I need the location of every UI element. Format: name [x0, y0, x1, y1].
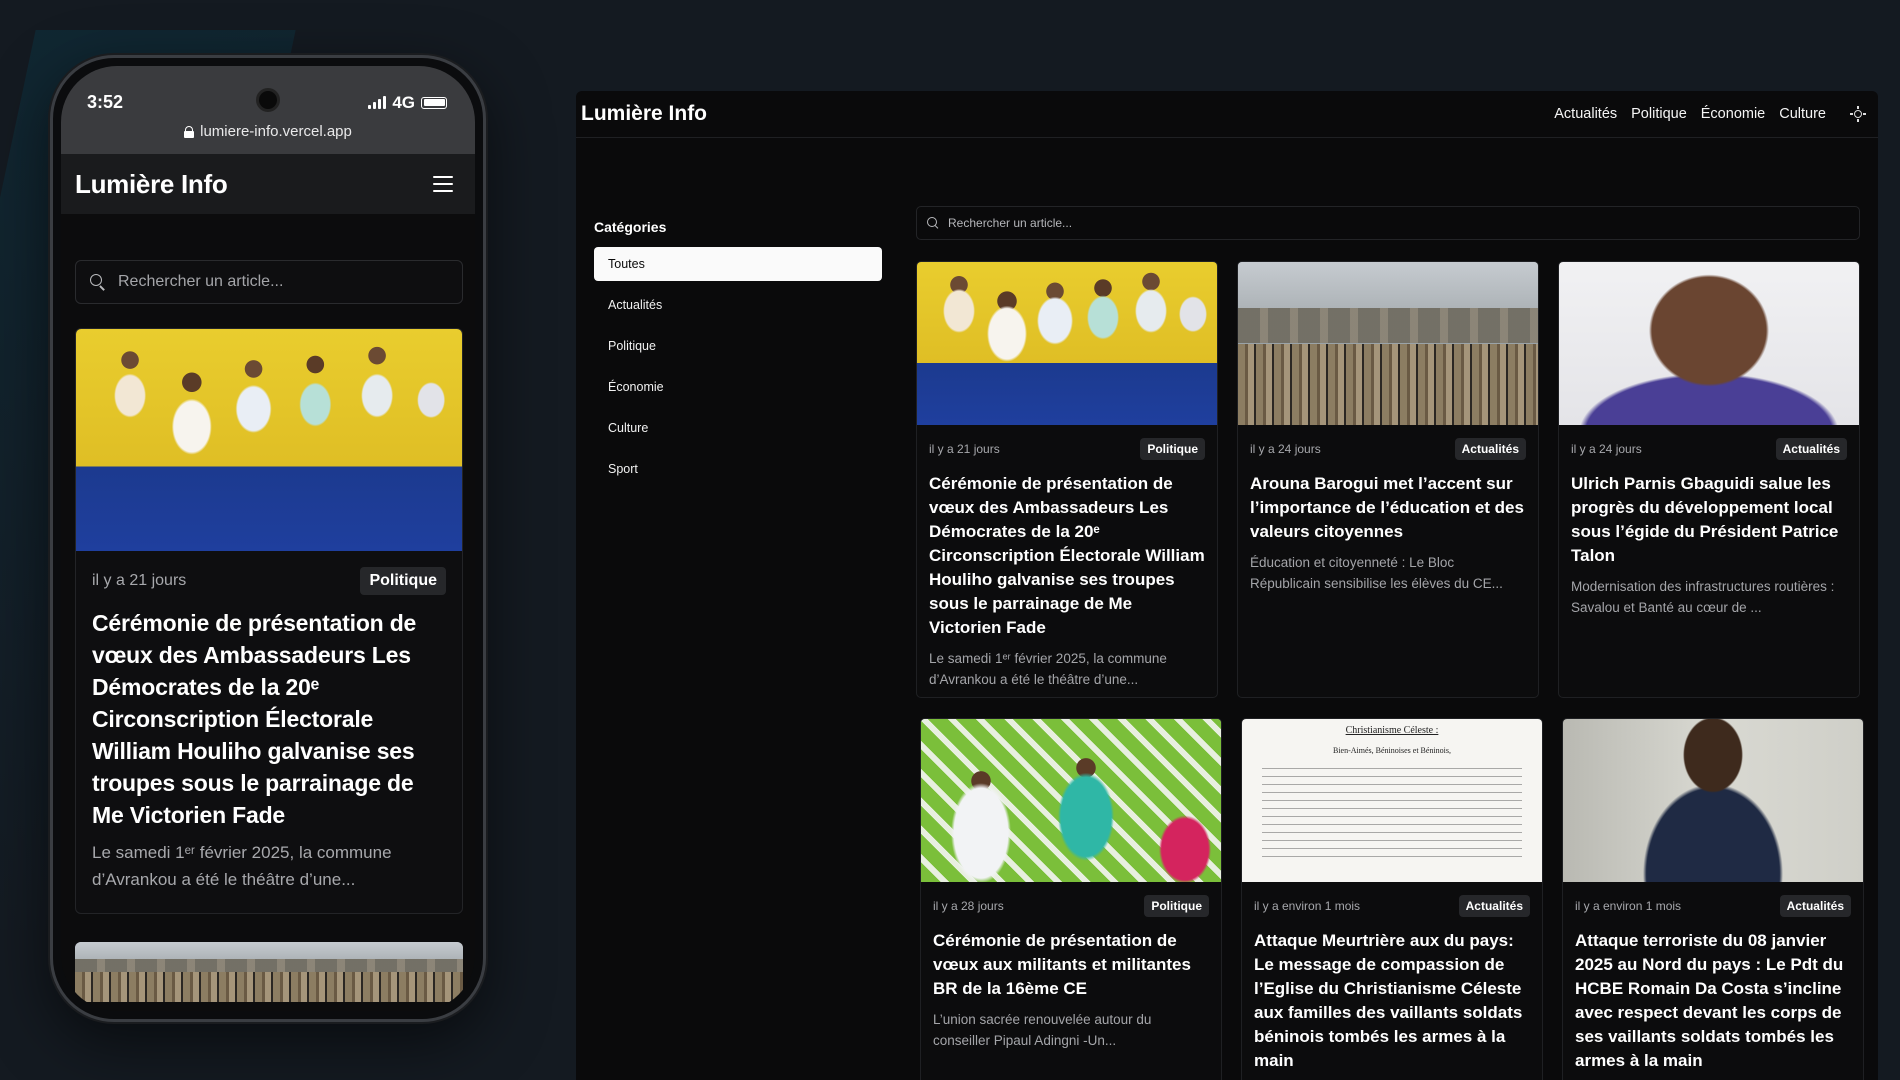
article-meta: il y a 21 jours Politique [76, 551, 462, 595]
status-indicators: 4G [368, 93, 447, 113]
category-badge: Politique [1144, 895, 1209, 917]
article-meta: il y a 28 jours Politique [921, 882, 1221, 917]
category-badge: Actualités [1775, 438, 1847, 460]
article-excerpt: Le samedi 1ᵉʳ février 2025, la commune d… [929, 651, 1167, 687]
article-excerpt: Modernisation des infrastructures routiè… [1571, 579, 1835, 615]
article-title[interactable]: Ulrich Parnis Gbaguidi salue les progrès… [1559, 460, 1859, 568]
article-thumbnail [1559, 262, 1859, 425]
theme-toggle-sun-icon[interactable] [1850, 106, 1866, 122]
article-title[interactable]: Cérémonie de présentation de vœux aux mi… [921, 917, 1221, 1001]
article-thumbnail: Christianisme Céleste : Bien-Aimés, Béni… [1242, 719, 1542, 882]
category-badge: Politique [1140, 438, 1205, 460]
article-thumbnail-next[interactable] [75, 942, 463, 1002]
category-item-economie[interactable]: Économie [594, 370, 882, 404]
document-title: Christianisme Céleste : [1345, 725, 1439, 736]
nav-link-culture[interactable]: Culture [1779, 106, 1826, 122]
article-title[interactable]: Cérémonie de présentation de vœux des Am… [76, 595, 462, 831]
article-thumbnail [1563, 719, 1863, 882]
nav-link-actualites[interactable]: Actualités [1554, 106, 1617, 122]
category-badge: Actualités [1454, 438, 1526, 460]
category-item-actualites[interactable]: Actualités [594, 288, 882, 322]
document-subtitle: Bien-Aimés, Béninoises et Béninois, [1333, 746, 1451, 755]
article-card[interactable]: il y a 21 jours Politique Cérémonie de p… [916, 261, 1218, 698]
article-excerpt: L’union sacrée renouvelée autour du cons… [933, 1012, 1152, 1048]
nav-links: Actualités Politique Économie Culture [1554, 106, 1866, 122]
category-item-sport[interactable]: Sport [594, 452, 882, 486]
article-card[interactable]: Christianisme Céleste : Bien-Aimés, Béni… [1241, 718, 1543, 1080]
article-excerpt: Le samedi 1ᵉʳ février 2025, la commune d… [92, 843, 392, 889]
article-title[interactable]: Arouna Barogui met l’accent sur l’import… [1238, 460, 1538, 544]
article-date: il y a 24 jours [1250, 442, 1321, 456]
article-card[interactable]: il y a 24 jours Actualités Ulrich Parnis… [1558, 261, 1860, 698]
front-camera-icon [256, 88, 280, 112]
search-input[interactable] [948, 216, 1849, 230]
article-title[interactable]: Attaque terroriste du 08 janvier 2025 au… [1563, 917, 1863, 1073]
desktop-browser: Lumière Info Actualités Politique Économ… [576, 91, 1878, 1080]
battery-icon [421, 96, 447, 109]
article-date: il y a environ 1 mois [1575, 899, 1682, 913]
signal-icon [368, 96, 387, 109]
article-thumbnail [76, 329, 462, 551]
article-card[interactable]: il y a environ 1 mois Actualités Attaque… [1562, 718, 1864, 1080]
article-card[interactable]: il y a 28 jours Politique Cérémonie de p… [920, 718, 1222, 1080]
document-text-lines [1262, 763, 1522, 863]
phone-mockup: 3:52 4G lumiere-info.vercel.app Lumière … [50, 55, 486, 1022]
search-input[interactable] [118, 273, 448, 291]
category-sidebar: Catégories Toutes Actualités Politique É… [594, 219, 882, 493]
phone-search-box[interactable] [75, 260, 463, 304]
article-date: il y a 21 jours [929, 442, 1000, 456]
category-badge: Actualités [1458, 895, 1530, 917]
article-thumbnail [1238, 262, 1538, 425]
article-excerpt: Éducation et citoyenneté : Le Bloc Répub… [1250, 555, 1503, 591]
article-meta: il y a 24 jours Actualités [1559, 425, 1859, 460]
site-logo[interactable]: Lumière Info [75, 169, 228, 200]
category-badge: Actualités [1779, 895, 1851, 917]
phone-screen: 3:52 4G lumiere-info.vercel.app Lumière … [61, 66, 475, 1011]
desktop-search-box[interactable] [916, 206, 1860, 240]
nav-link-economie[interactable]: Économie [1701, 106, 1765, 122]
menu-icon[interactable] [433, 176, 453, 192]
category-item-politique[interactable]: Politique [594, 329, 882, 363]
article-thumbnail [917, 262, 1217, 425]
lock-icon [184, 125, 195, 138]
article-card[interactable]: il y a 21 jours Politique Cérémonie de p… [75, 328, 463, 914]
top-navbar: Lumière Info Actualités Politique Économ… [576, 91, 1878, 138]
phone-header: Lumière Info [61, 154, 475, 214]
search-icon [90, 274, 106, 290]
article-date: il y a 24 jours [1571, 442, 1642, 456]
address-url: lumiere-info.vercel.app [200, 123, 352, 140]
article-meta: il y a environ 1 mois Actualités [1563, 882, 1863, 917]
search-icon [927, 217, 939, 229]
category-item-toutes[interactable]: Toutes [594, 247, 882, 281]
category-badge: Politique [360, 567, 446, 595]
article-thumbnail [921, 719, 1221, 882]
article-meta: il y a environ 1 mois Actualités [1242, 882, 1542, 917]
article-date: il y a 21 jours [92, 572, 187, 589]
site-logo[interactable]: Lumière Info [581, 102, 707, 126]
address-bar[interactable]: lumiere-info.vercel.app [184, 123, 352, 140]
category-item-culture[interactable]: Culture [594, 411, 882, 445]
article-title[interactable]: Cérémonie de présentation de vœux des Am… [917, 460, 1217, 640]
article-title[interactable]: Attaque Meurtrière aux du pays: Le messa… [1242, 917, 1542, 1073]
article-meta: il y a 21 jours Politique [917, 425, 1217, 460]
status-time: 3:52 [87, 92, 124, 112]
article-date: il y a environ 1 mois [1254, 899, 1361, 913]
phone-status-bar: 3:52 4G lumiere-info.vercel.app [61, 66, 475, 154]
network-label: 4G [392, 92, 415, 112]
article-date: il y a 28 jours [933, 899, 1004, 913]
nav-link-politique[interactable]: Politique [1631, 106, 1687, 122]
article-meta: il y a 24 jours Actualités [1238, 425, 1538, 460]
sidebar-title: Catégories [594, 219, 667, 235]
article-card[interactable]: il y a 24 jours Actualités Arouna Barogu… [1237, 261, 1539, 698]
